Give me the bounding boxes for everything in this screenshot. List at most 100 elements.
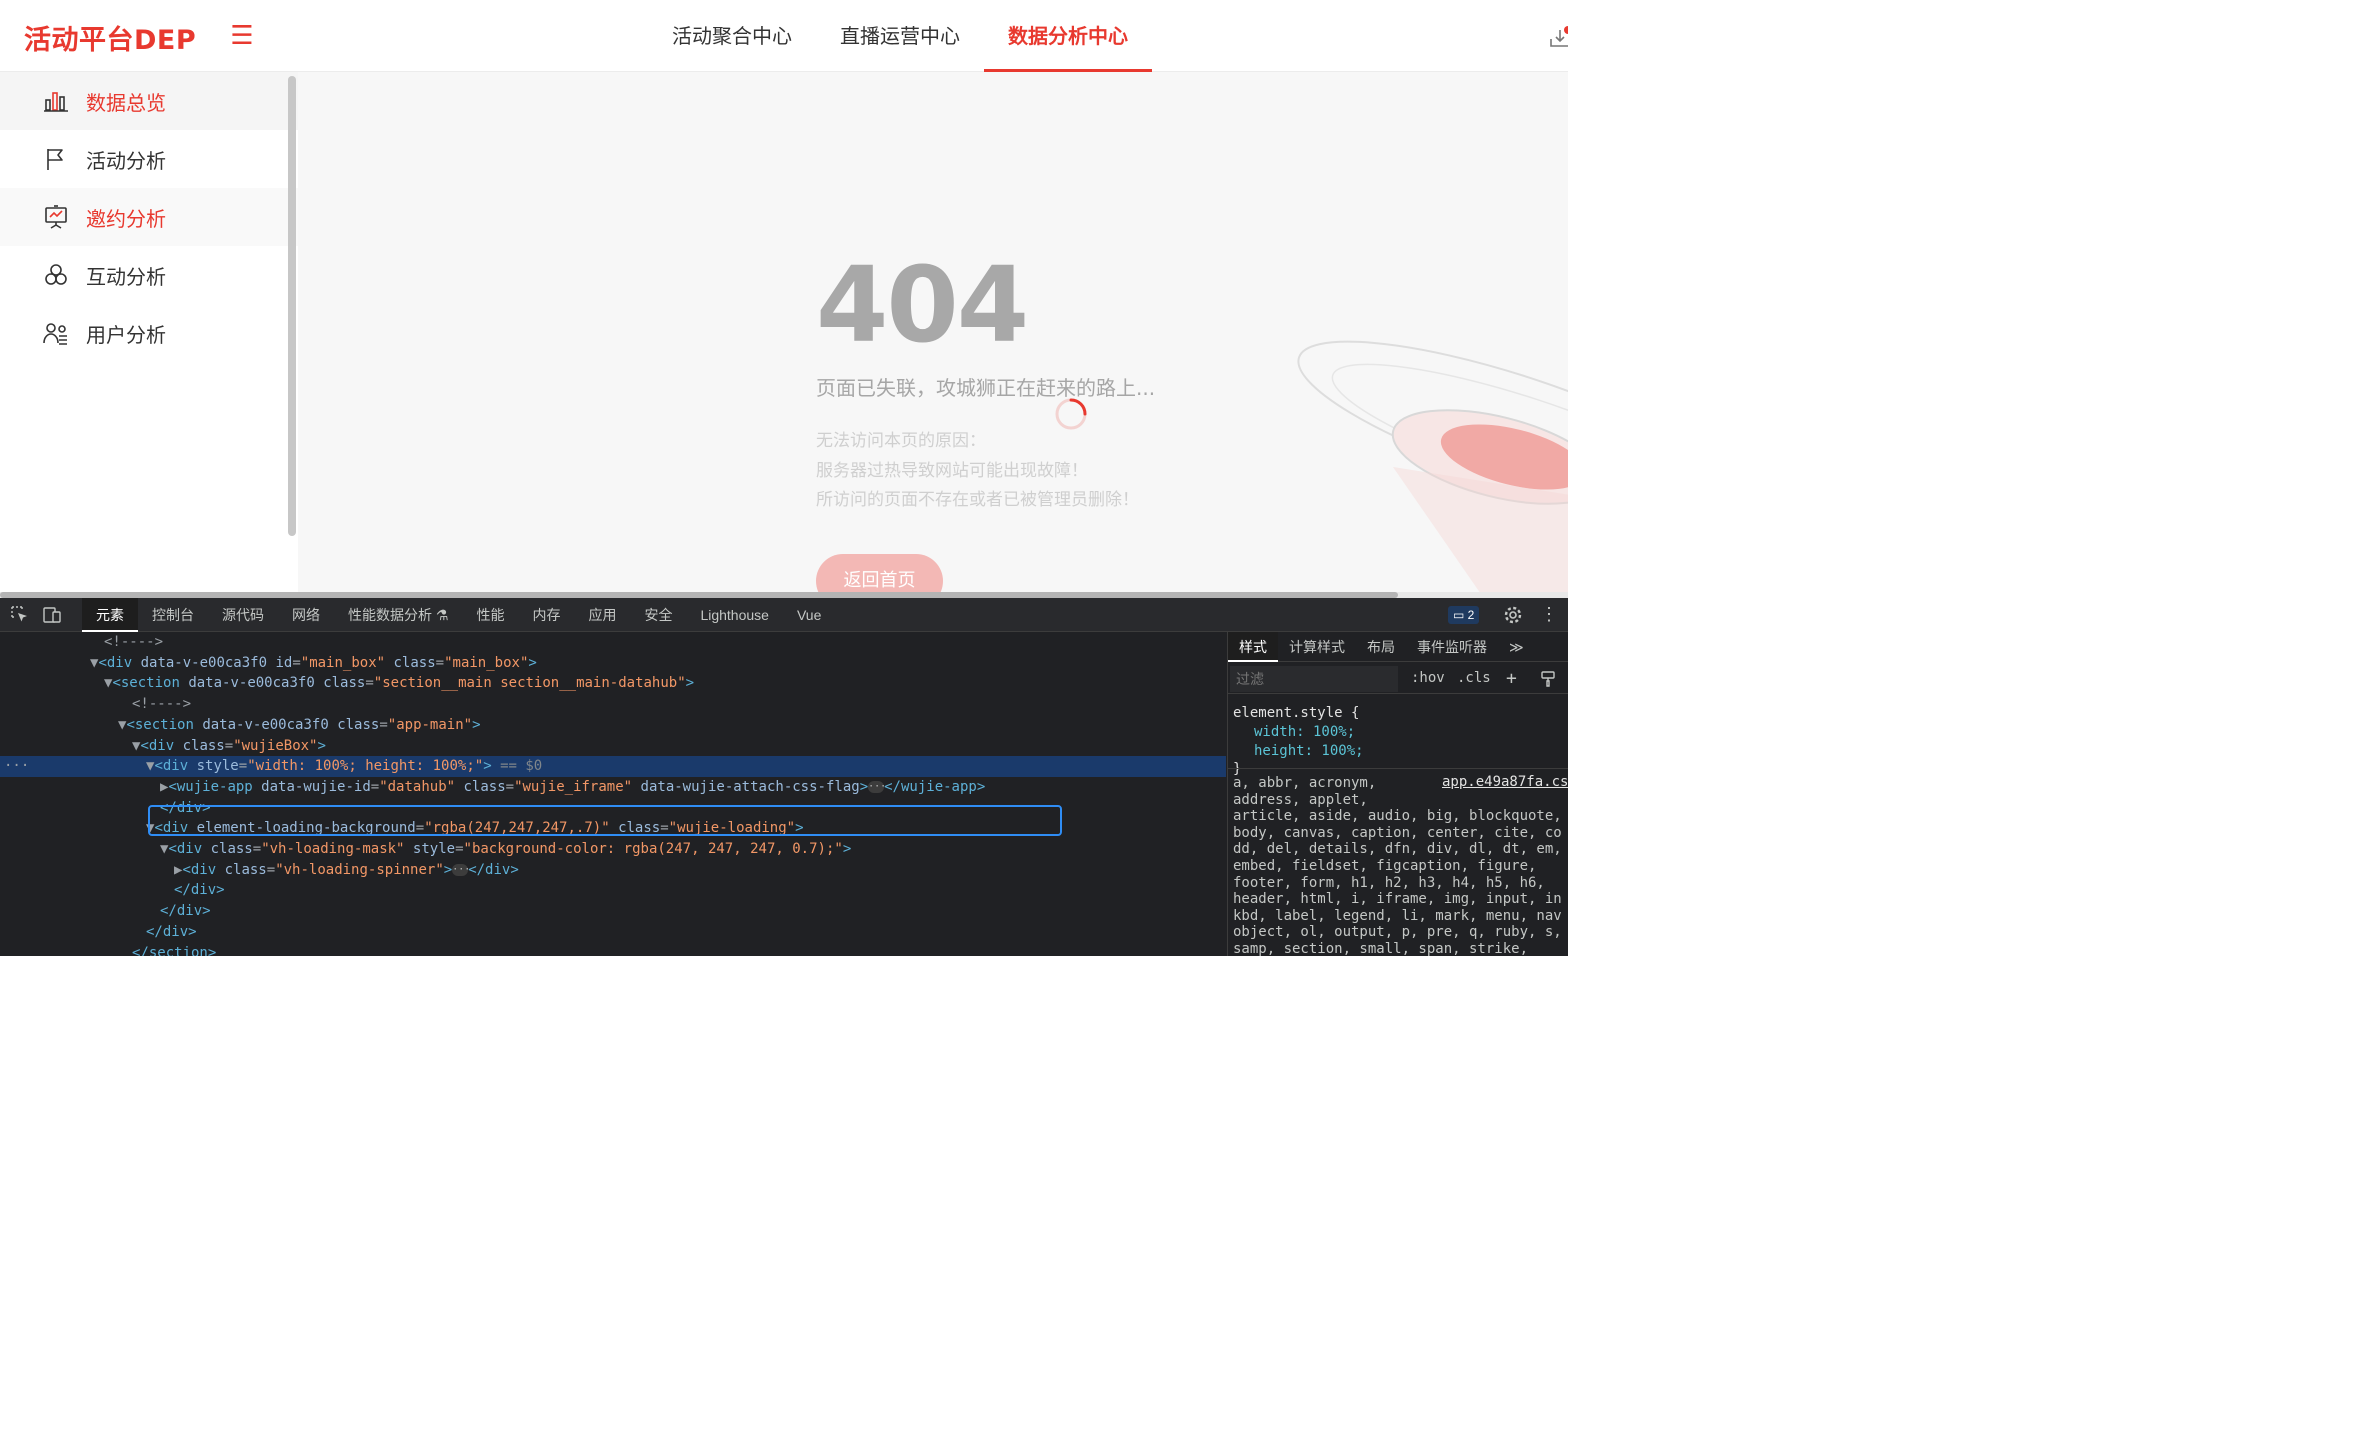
ua-selector-line: address, applet,: [1233, 791, 1368, 808]
sidebar-item-overview[interactable]: 数据总览: [0, 72, 298, 130]
dom-node-line[interactable]: ▶<wujie-app data-wujie-id="datahub" clas…: [0, 777, 1226, 798]
devtools-tab-vue[interactable]: Vue: [783, 598, 835, 632]
ua-selector-line: embed, fieldset, figcaption, figure,: [1233, 858, 1537, 874]
paint-brush-icon[interactable]: [1539, 670, 1557, 688]
app-root: 活动平台DEP ☰ 活动聚合中心 直播运营中心 数据分析中心 数据总览 活动分析…: [0, 0, 1568, 956]
styles-filter-input[interactable]: [1230, 666, 1398, 692]
dom-node-line[interactable]: </div>: [0, 901, 1226, 922]
gear-icon[interactable]: [1503, 605, 1523, 625]
ua-selector-line: samp, section, small, span, strike,: [1233, 941, 1529, 956]
style-rule-height[interactable]: height: 100%;: [1254, 742, 1364, 760]
error-code: 404: [816, 244, 1029, 366]
flag-icon: [47, 149, 63, 170]
error-reason-item: 所访问的页面不存在或者已被管理员删除！: [816, 490, 1139, 510]
top-header: 活动平台DEP ☰ 活动聚合中心 直播运营中心 数据分析中心: [0, 0, 1568, 72]
top-tab-data-analysis[interactable]: 数据分析中心: [984, 0, 1152, 72]
ua-selector-line: article, aside, audio, big, blockquote,: [1233, 808, 1562, 825]
styles-divider: [1228, 768, 1568, 769]
loading-spinner-icon: [1055, 398, 1087, 430]
dom-node-line[interactable]: ▼<section data-v-e00ca3f0 class="app-mai…: [0, 715, 1226, 736]
devtools-tabs: 元素 控制台 源代码 网络 性能数据分析 ⚗ 性能 内存 应用 安全 Light…: [82, 598, 835, 632]
ua-selector-line: header, html, i, iframe, img, input, in: [1233, 891, 1562, 908]
styles-tab-event-listeners[interactable]: 事件监听器: [1406, 632, 1498, 662]
sidebar-item-label: 数据总览: [86, 90, 166, 115]
elements-dom-tree: <!----> ▼<div data-v-e00ca3f0 id="main_bo…: [0, 632, 1226, 956]
error-reason-item: 服务器过热导致网站可能出现故障！: [816, 461, 1088, 481]
styles-tab-styles[interactable]: 样式: [1228, 632, 1278, 662]
users-icon: [43, 323, 67, 345]
ua-selector-line: dd, del, details, dfn, div, dl, dt, em,: [1233, 841, 1562, 858]
dom-node-line[interactable]: <!---->: [0, 694, 1226, 715]
sidebar-item-activity[interactable]: 活动分析: [0, 130, 298, 188]
presentation-icon: [45, 205, 67, 229]
sidebar: 数据总览 活动分析 邀约分析 互动分析 用户分析: [0, 72, 298, 592]
bar-chart-icon: [44, 92, 68, 112]
interaction-icon: [45, 264, 67, 285]
messages-count: 2: [1467, 608, 1475, 622]
sidebar-item-label: 邀约分析: [86, 206, 166, 231]
more-options-icon[interactable]: ⋮: [1540, 604, 1558, 626]
devtools-tab-network[interactable]: 网络: [278, 598, 334, 632]
highlighted-node-box: [148, 805, 1062, 836]
style-rule-text: height: 100%;: [1254, 743, 1364, 759]
devtools-panel: 元素 控制台 源代码 网络 性能数据分析 ⚗ 性能 内存 应用 安全 Light…: [0, 598, 1568, 956]
dom-node-line[interactable]: ▼<div data-v-e00ca3f0 id="main_box" clas…: [0, 653, 1226, 674]
devtools-tab-console[interactable]: 控制台: [138, 598, 208, 632]
app-logo[interactable]: 活动平台DEP: [24, 18, 196, 57]
styles-tab-layout[interactable]: 布局: [1356, 632, 1406, 662]
ufo-illustration-icon: [1297, 340, 1568, 592]
dom-node-line[interactable]: </section>: [0, 943, 1226, 957]
top-nav: 活动聚合中心 直播运营中心 数据分析中心: [648, 0, 1152, 72]
sidebar-scrollbar[interactable]: [288, 76, 296, 536]
style-rule-text: width: 100%;: [1254, 724, 1356, 740]
devtools-tab-performance[interactable]: 性能: [462, 598, 518, 632]
hov-toggle-button[interactable]: :hov: [1411, 670, 1445, 686]
style-rule-width[interactable]: width: 100%;: [1254, 723, 1355, 741]
styles-tab-computed[interactable]: 计算样式: [1278, 632, 1356, 662]
top-tab-live-ops[interactable]: 直播运营中心: [816, 0, 984, 72]
download-icon[interactable]: [1548, 26, 1568, 50]
dom-node-line[interactable]: </div>: [0, 880, 1226, 901]
add-rule-icon[interactable]: +: [1506, 668, 1517, 689]
dom-node-line[interactable]: ▼<div class="wujieBox">: [0, 736, 1226, 757]
dom-node-line[interactable]: ▶<div class="vh-loading-spinner">···</di…: [0, 860, 1226, 881]
devtools-toolbar: 元素 控制台 源代码 网络 性能数据分析 ⚗ 性能 内存 应用 安全 Light…: [0, 598, 1568, 632]
devtools-tab-application[interactable]: 应用: [574, 598, 630, 632]
sidebar-item-label: 互动分析: [86, 264, 166, 289]
back-home-button[interactable]: 返回首页: [816, 554, 943, 592]
node-actions-icon[interactable]: ···: [4, 756, 29, 777]
dom-node-line[interactable]: ▼<section data-v-e00ca3f0 class="section…: [0, 673, 1226, 694]
devtools-tab-lighthouse[interactable]: Lighthouse: [686, 598, 783, 632]
sidebar-item-label: 活动分析: [86, 148, 166, 173]
sidebar-item-invitation[interactable]: 邀约分析: [0, 188, 298, 246]
sidebar-item-users[interactable]: 用户分析: [0, 304, 298, 362]
messages-badge[interactable]: ▭ 2: [1448, 606, 1480, 624]
devtools-tab-security[interactable]: 安全: [630, 598, 686, 632]
cls-toggle-button[interactable]: .cls: [1457, 670, 1491, 686]
top-tab-activity-hub[interactable]: 活动聚合中心: [648, 0, 816, 72]
devtools-tab-sources[interactable]: 源代码: [208, 598, 278, 632]
error-reason-title: 无法访问本页的原因：: [816, 431, 986, 451]
dom-node-line[interactable]: ▼<div class="vh-loading-mask" style="bac…: [0, 839, 1226, 860]
styles-filter-bar: :hov .cls +: [1228, 664, 1568, 694]
stylesheet-source-link[interactable]: app.e49a87fa.cs: [1442, 774, 1568, 790]
styles-pane: 样式 计算样式 布局 事件监听器 ≫ :hov .cls + element.s…: [1227, 632, 1568, 956]
sidebar-item-label: 用户分析: [86, 322, 166, 347]
element-style-selector: element.style {: [1233, 705, 1360, 721]
main-content: 404 页面已失联，攻城狮正在赶来的路上... 无法访问本页的原因： 服务器过热…: [298, 72, 1568, 592]
inspect-element-icon[interactable]: [10, 605, 30, 625]
styles-tab-more[interactable]: ≫: [1498, 632, 1535, 662]
device-toolbar-icon[interactable]: [42, 605, 62, 625]
hamburger-icon[interactable]: ☰: [228, 22, 256, 50]
devtools-tab-elements[interactable]: 元素: [82, 598, 138, 632]
dom-node-line[interactable]: <!---->: [0, 632, 1226, 653]
ua-selector-line: a, abbr, acronym,: [1233, 775, 1377, 791]
dom-node-line[interactable]: </div>: [0, 922, 1226, 943]
devtools-tab-performance-insights[interactable]: 性能数据分析 ⚗: [334, 598, 462, 632]
ua-selector-line: footer, form, h1, h2, h3, h4, h5, h6,: [1233, 874, 1545, 891]
sidebar-item-interaction[interactable]: 互动分析: [0, 246, 298, 304]
dom-node-selected[interactable]: ▼<div style="width: 100%; height: 100%;"…: [0, 756, 1226, 777]
devtools-tab-memory[interactable]: 内存: [518, 598, 574, 632]
styles-pane-tabs: 样式 计算样式 布局 事件监听器 ≫: [1228, 632, 1568, 662]
error-headline: 页面已失联，攻城狮正在赶来的路上...: [816, 376, 1156, 400]
